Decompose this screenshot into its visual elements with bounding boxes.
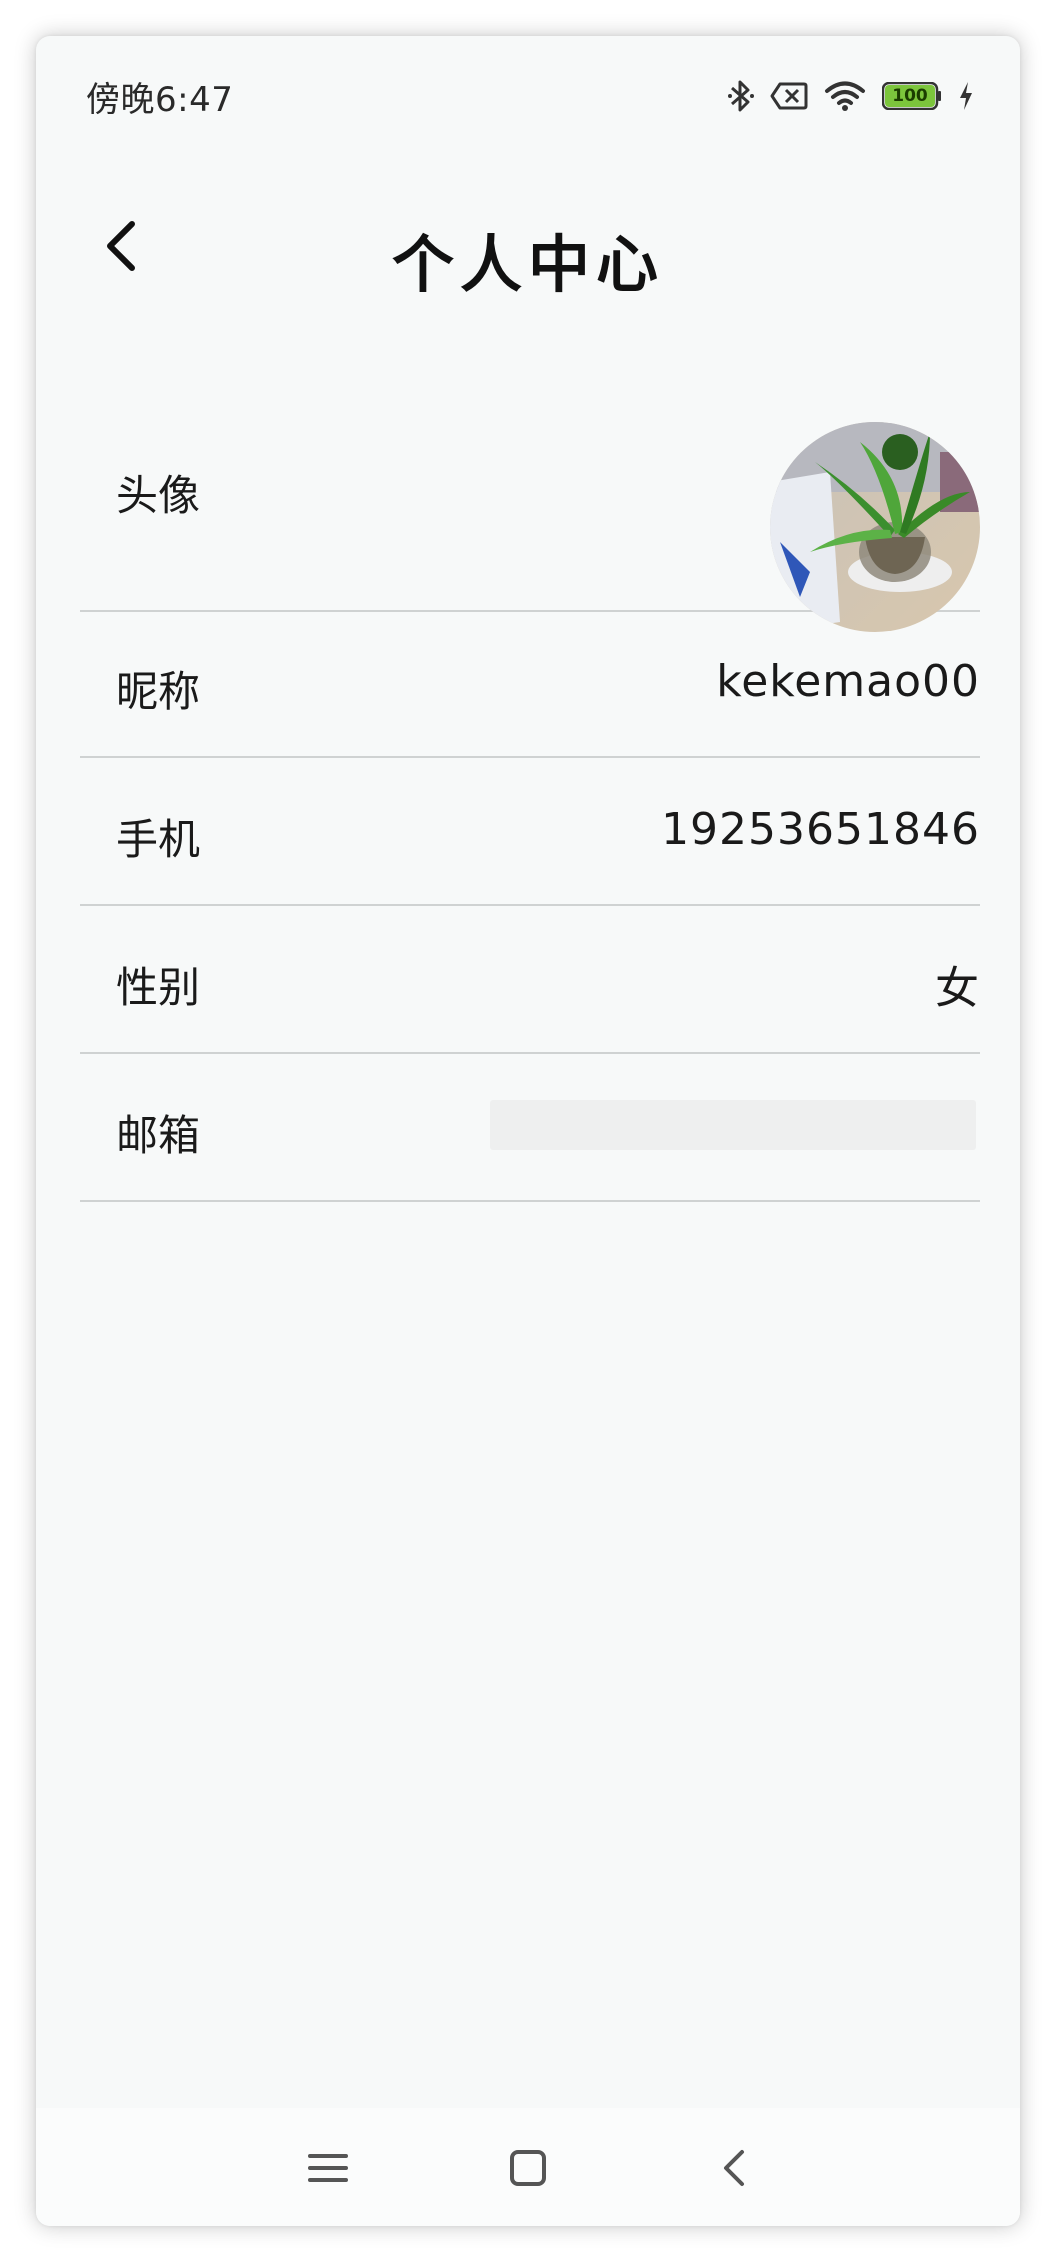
avatar[interactable] — [770, 422, 980, 632]
menu-button[interactable] — [298, 2138, 358, 2198]
phone-row[interactable]: 手机 19253651846 — [80, 758, 980, 906]
email-label: 邮箱 — [116, 1111, 201, 1160]
nickname-label: 昵称 — [116, 667, 201, 716]
email-row[interactable]: 邮箱 n — [80, 1054, 980, 1202]
battery-level: 100 — [885, 85, 935, 107]
avatar-row[interactable]: 头像 — [80, 366, 980, 632]
status-bar: 傍晚6:47 100 — [36, 36, 1020, 166]
home-button[interactable] — [498, 2138, 558, 2198]
home-icon — [510, 2150, 546, 2186]
gender-label: 性别 — [116, 963, 201, 1012]
email-redaction — [490, 1100, 976, 1150]
nickname-value: kekemao00 — [716, 656, 980, 707]
system-nav-bar — [36, 2108, 1020, 2226]
phone-label: 手机 — [116, 815, 201, 864]
app-screen: 傍晚6:47 100 个人中心 头像 昵称 kekemao00 手机 19253… — [36, 36, 1020, 2226]
avatar-label: 头像 — [116, 471, 201, 520]
menu-icon — [308, 2154, 348, 2182]
sim-error-icon — [770, 81, 808, 111]
gender-value: 女 — [935, 963, 980, 1014]
charging-icon — [958, 81, 974, 111]
bluetooth-icon — [728, 78, 754, 114]
back-icon — [724, 2150, 744, 2186]
status-time: 傍晚6:47 — [86, 80, 234, 120]
phone-value: 19253651846 — [661, 804, 980, 855]
plant-photo — [770, 422, 980, 632]
nickname-row[interactable]: 昵称 kekemao00 — [80, 610, 980, 758]
battery-icon: 100 — [882, 82, 942, 110]
status-icons: 100 — [728, 76, 974, 116]
page-title: 个人中心 — [391, 228, 664, 301]
header: 个人中心 — [36, 166, 1020, 346]
gender-row[interactable]: 性别 女 — [80, 906, 980, 1054]
nav-back-button[interactable] — [706, 2138, 766, 2198]
wifi-icon — [824, 80, 866, 112]
